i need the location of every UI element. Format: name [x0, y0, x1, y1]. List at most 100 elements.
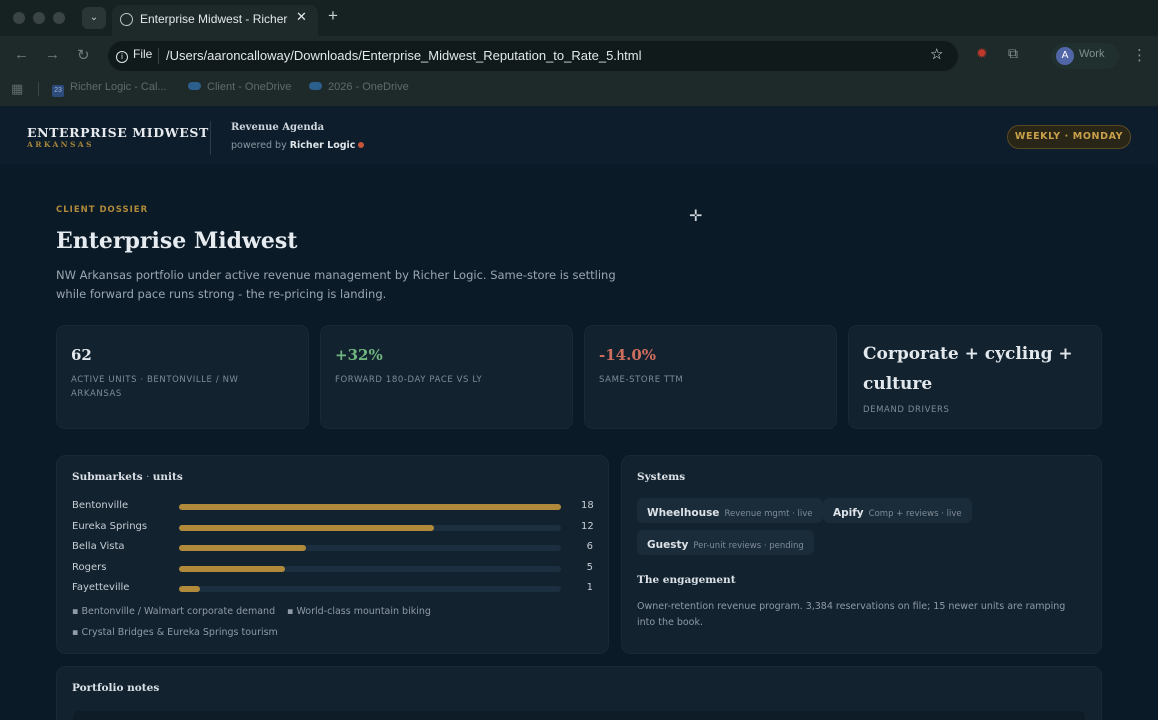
info-icon: i — [116, 51, 128, 63]
lead-paragraph: NW Arkansas portfolio under active reven… — [56, 268, 616, 301]
bookmarks-bar: ▦ 23 Richer Logic - Cal... Client - OneDr… — [0, 78, 1158, 100]
back-icon[interactable]: ← — [14, 46, 29, 63]
bookmark-client-onedrive[interactable]: Client - OneDrive — [188, 81, 291, 93]
submarket-count: 1 — [586, 582, 593, 593]
maximize-window-button[interactable] — [53, 12, 65, 24]
powered-prefix: powered by — [231, 140, 287, 151]
browser-chrome: ⌄ Enterprise Midwest - Richer Logic ✕ + … — [0, 0, 1158, 106]
notes-content-area — [73, 711, 1085, 720]
profile-button[interactable]: A Work — [1051, 43, 1119, 69]
onedrive-icon — [188, 82, 201, 90]
minimize-window-button[interactable] — [33, 12, 45, 24]
submarket-name: Eureka Springs — [72, 520, 148, 532]
reload-icon[interactable]: ↻ — [77, 46, 90, 64]
active-tab[interactable]: Enterprise Midwest - Richer Logic ✕ — [112, 5, 318, 36]
tab-bar: ⌄ Enterprise Midwest - Richer Logic ✕ + — [0, 0, 1158, 36]
system-name: Apify — [833, 507, 864, 519]
bookmark-star-icon[interactable]: ☆ — [930, 45, 943, 63]
portfolio-notes-panel: Portfolio notes — [56, 666, 1102, 720]
system-chip-wheelhouse: Wheelhouse Revenue mgmt · live — [637, 498, 823, 523]
system-chip-guesty: Guesty Per-unit reviews · pending — [637, 530, 814, 555]
submarket-row: Fayetteville 1 — [72, 581, 597, 597]
engagement-text: Owner-retention revenue program. 3,384 r… — [637, 601, 1066, 628]
systems-panel: Systems Wheelhouse Revenue mgmt · live Ap… — [621, 455, 1102, 654]
driver-item: ▪ Bentonville / Walmart corporate demand — [72, 606, 276, 617]
submarket-row: Eureka Springs 12 — [72, 520, 597, 536]
submarket-bar-fill — [179, 524, 434, 531]
system-name: Wheelhouse — [647, 507, 720, 519]
submarket-row: Bentonville 18 — [72, 499, 597, 515]
browser-menu-icon[interactable]: ⋮ — [1132, 46, 1147, 64]
url-divider — [158, 48, 159, 64]
cadence-badge: WEEKLY · MONDAY — [1007, 125, 1131, 149]
submarket-bar-fill — [179, 565, 285, 572]
stat-value: 62 — [71, 346, 92, 364]
new-tab-button[interactable]: + — [328, 6, 338, 26]
portfolio-notes-title: Portfolio notes — [72, 682, 160, 694]
submarket-row: Rogers 5 — [72, 561, 597, 577]
submarket-bar-track — [179, 524, 561, 531]
system-desc: Revenue mgmt · live — [724, 509, 813, 519]
brand-title: ENTERPRISE MIDWEST — [27, 125, 209, 140]
close-tab-icon[interactable]: ✕ — [296, 10, 307, 25]
powered-by: powered by Richer Logic — [231, 140, 365, 151]
submarkets-panel: Submarkets · units Bentonville 18 Eureka S… — [56, 455, 609, 654]
page: ENTERPRISE MIDWEST ARKANSAS Revenue Agen… — [0, 106, 1158, 720]
extensions-puzzle-icon[interactable]: ⧉ — [1008, 46, 1018, 62]
brand-subtitle: ARKANSAS — [27, 140, 94, 149]
stat-card-pace: +32% FORWARD 180-DAY PACE VS LY — [320, 325, 573, 429]
powered-brand: Richer Logic — [289, 140, 356, 151]
driver-item: ▪ Crystal Bridges & Eureka Springs touri… — [72, 627, 278, 638]
onedrive-icon — [309, 82, 322, 90]
move-cursor-icon: ✛ — [689, 206, 703, 225]
submarket-count: 12 — [581, 520, 594, 532]
submarket-bar-fill — [179, 504, 561, 510]
submarkets-title-suffix: units — [152, 471, 183, 483]
stat-card-units: 62 ACTIVE UNITS · BENTONVILLE / NW ARKAN… — [56, 325, 309, 429]
stat-card-demand-drivers: Corporate + cycling + culture DEMAND DRI… — [848, 325, 1102, 429]
stat-label: ACTIVE UNITS · BENTONVILLE / NW ARKANSAS — [71, 375, 239, 399]
apps-grid-icon[interactable]: ▦ — [11, 82, 23, 97]
stat-card-same-store: -14.0% SAME-STORE TTM — [584, 325, 837, 429]
engagement-title: The engagement — [637, 574, 736, 586]
submarket-bar-track — [179, 504, 561, 510]
submarkets-title: Submarkets · units — [72, 471, 183, 483]
url-scheme-label: File — [133, 47, 153, 61]
system-desc: Per-unit reviews · pending — [693, 541, 804, 551]
submarket-count: 6 — [586, 541, 593, 552]
globe-icon — [120, 13, 133, 26]
close-window-button[interactable] — [13, 12, 25, 24]
brand-dot-icon — [358, 142, 365, 148]
bookmark-2026-onedrive[interactable]: 2026 - OneDrive — [309, 81, 409, 93]
systems-title: Systems — [637, 471, 686, 483]
bookmark-label: 2026 - OneDrive — [328, 81, 409, 93]
submarket-name: Fayetteville — [72, 582, 130, 593]
tab-title: Enterprise Midwest - Richer Logic — [140, 12, 290, 26]
stat-value: -14.0% — [599, 346, 657, 364]
bookmarks-divider — [38, 82, 39, 96]
bookmark-label: Richer Logic - Cal... — [70, 81, 167, 93]
profile-label: Work — [1079, 48, 1105, 60]
system-chip-apify: Apify Comp + reviews · live — [823, 498, 972, 523]
submarket-row: Bella Vista 6 — [72, 540, 597, 556]
submarket-bar-fill — [179, 545, 306, 551]
extension-bug-icon[interactable]: ✹ — [976, 46, 988, 62]
address-bar[interactable]: i File /Users/aaroncalloway/Downloads/Ent… — [108, 41, 958, 71]
url-text[interactable]: /Users/aaroncalloway/Downloads/Enterpris… — [166, 48, 641, 63]
site-header: ENTERPRISE MIDWEST ARKANSAS Revenue Agen… — [0, 106, 1158, 164]
forward-icon[interactable]: → — [45, 46, 60, 63]
submarket-name: Bentonville — [72, 500, 129, 511]
submarket-count: 18 — [581, 500, 594, 511]
submarket-bar-track — [179, 565, 561, 572]
tab-search-chevron-icon[interactable]: ⌄ — [82, 7, 106, 29]
system-desc: Comp + reviews · live — [868, 509, 962, 519]
site-info-chip[interactable]: i File — [116, 47, 152, 63]
system-name: Guesty — [647, 539, 689, 551]
submarket-name: Bella Vista — [72, 541, 125, 552]
submarket-count: 5 — [586, 561, 593, 573]
driver-item: ▪ World-class mountain biking — [287, 606, 431, 617]
stat-label: DEMAND DRIVERS — [863, 405, 950, 415]
avatar: A — [1056, 47, 1074, 65]
agenda-title: Revenue Agenda — [231, 122, 325, 133]
bookmark-richer-logic-calendar[interactable]: 23 Richer Logic - Cal... — [52, 81, 167, 97]
